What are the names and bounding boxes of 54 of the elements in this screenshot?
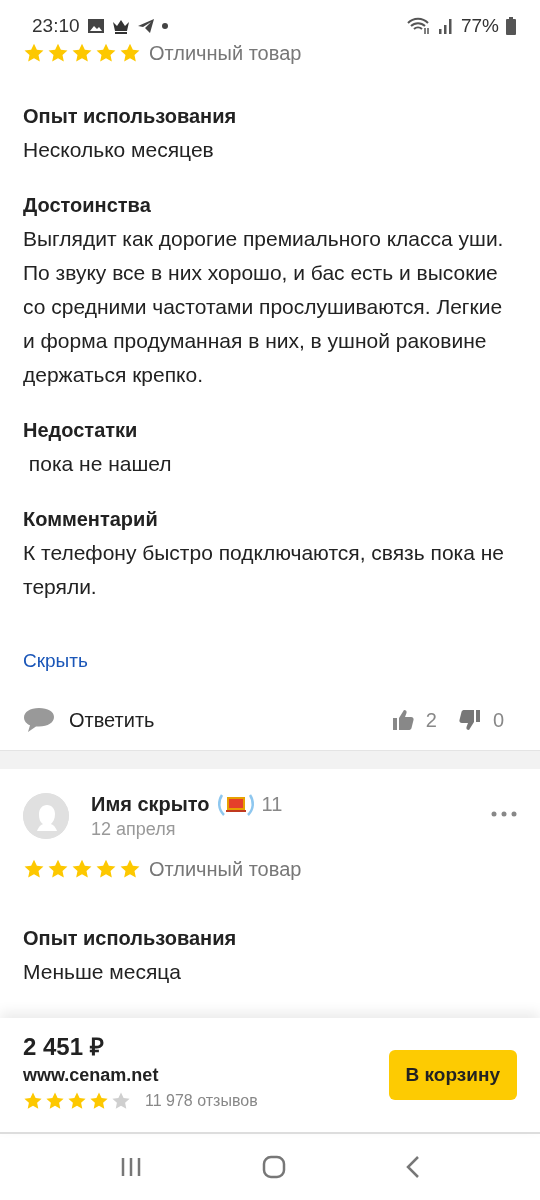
wifi-icon	[406, 17, 431, 35]
star-icon	[23, 1091, 43, 1111]
dot-icon	[161, 23, 168, 29]
star-icon	[71, 858, 93, 880]
status-time: 23:10	[32, 15, 80, 37]
review-title: Отличный товар	[149, 41, 302, 65]
reply-button[interactable]: Ответить	[23, 707, 155, 733]
field-label: Опыт использования	[23, 926, 238, 951]
paper-plane-icon	[136, 18, 155, 34]
field-text: Выглядит как дорогие премиального класса уши. По звуку все в них хорошо, и бас есть и высокие со средними частотами прослушиваются. Легкие и форма продуманная в них, в ушной раковине держаться крепко.	[23, 226, 504, 388]
star-icon	[119, 858, 141, 880]
star-icon	[111, 1091, 131, 1111]
field-label: Опыт использования	[23, 104, 238, 129]
battery-icon	[506, 17, 516, 35]
field-text: К телефону быстро подключаются, связь пока не теряли.	[23, 540, 504, 600]
crown-icon	[111, 18, 130, 34]
review-date: 12 апреля	[91, 819, 177, 840]
reviews-count: 11 978 отзывов	[145, 1092, 258, 1110]
field-label: Достоинства	[23, 193, 152, 218]
thumbs-down-icon	[458, 709, 481, 731]
hide-link[interactable]: Скрыть	[23, 644, 88, 678]
field-label: Комментарий	[23, 507, 159, 532]
field-text: Меньше месяца	[23, 959, 182, 985]
star-icon	[67, 1091, 87, 1111]
star-icon	[23, 858, 45, 880]
more-icon	[491, 811, 517, 817]
star-icon	[95, 42, 117, 64]
star-icon	[119, 42, 141, 64]
thumbs-up-icon	[391, 709, 414, 731]
add-to-cart-button[interactable]: В корзину	[388, 1050, 517, 1100]
star-icon	[47, 42, 69, 64]
author-name: Имя скрыто	[91, 792, 210, 816]
star-icon	[47, 858, 69, 880]
price: 2 451 ₽	[23, 1032, 105, 1062]
recent-apps-icon[interactable]	[120, 1156, 142, 1178]
star-icon	[89, 1091, 109, 1111]
image-icon	[86, 18, 105, 34]
star-icon	[45, 1091, 65, 1111]
badge-count: 11	[261, 792, 283, 816]
like-button[interactable]: 2	[369, 708, 437, 732]
star-icon	[23, 42, 45, 64]
speech-bubble-icon	[23, 707, 55, 733]
star-icon	[71, 42, 93, 64]
battery-percent: 77%	[460, 15, 499, 37]
review-title: Отличный товар	[149, 857, 302, 881]
home-icon[interactable]	[262, 1155, 286, 1179]
star-icon	[95, 858, 117, 880]
dislike-button[interactable]: 0	[436, 708, 504, 732]
field-text: Несколько месяцев	[23, 137, 215, 163]
field-text: пока не нашел	[27, 451, 173, 477]
seller-name: www.cenam.net	[23, 1064, 160, 1087]
field-label: Недостатки	[23, 418, 139, 443]
signal-icon	[437, 18, 454, 34]
back-icon[interactable]	[406, 1155, 420, 1179]
